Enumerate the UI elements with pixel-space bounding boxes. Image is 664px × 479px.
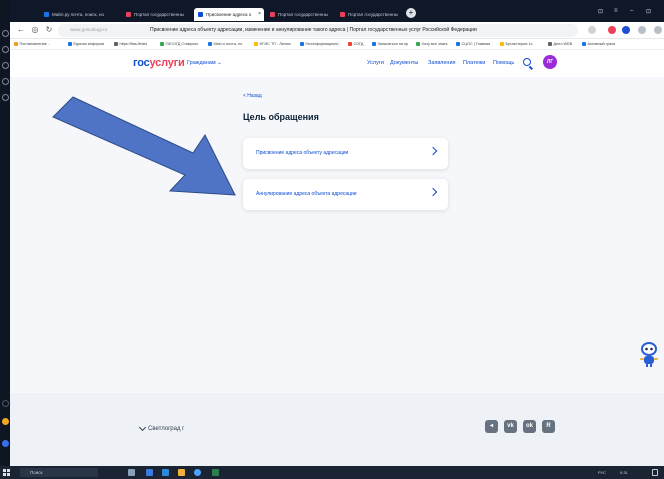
taskbar-search[interactable]: Поиск [20,468,98,477]
downloads-icon[interactable] [2,62,9,69]
bookmark-item[interactable]: Единая информа [68,39,104,50]
browser-app-icon[interactable] [194,469,201,476]
annotation-arrow-icon [52,96,236,196]
screen: Майл.ру почта, поиск, но Портал государс… [0,0,664,479]
bookmark-item[interactable]: СЦОС | Главная [456,39,491,50]
nav-services[interactable]: Услуги [367,60,384,66]
downloads-icon[interactable] [638,26,646,34]
os-taskbar: Поиск РУС 9:31 [0,466,664,479]
url-text: www.gosuslugi.ru [70,28,108,33]
profile-icon[interactable] [622,26,630,34]
nav-applications[interactable]: Заявления [428,60,456,66]
tab-gosuslugi-3[interactable]: Портал государственны [336,8,404,21]
nav-help[interactable]: Помощь [493,60,514,66]
option-assign-address[interactable]: Присвоение адреса объекту адресации [243,138,448,169]
option-annul-address[interactable]: Аннулирование адреса объекта адресации [243,179,448,210]
location-arrow-icon [138,423,147,432]
gosuslugi-logo[interactable]: госуслуги [133,57,185,69]
browser-sidebar [0,0,10,466]
back-icon[interactable]: ← [16,25,26,35]
audience-dropdown[interactable]: Гражданам ⌄ [187,60,222,66]
explorer-icon[interactable] [146,469,153,476]
chevron-right-icon [428,187,438,197]
gosuslugi-favicon-icon [126,12,131,17]
task-view-icon[interactable] [128,469,135,476]
reload-icon[interactable]: ↻ [44,25,54,35]
page-content: госуслуги Гражданам ⌄ Услуги Документы З… [10,50,664,393]
assistant-icon[interactable] [2,418,9,425]
messenger-icon[interactable] [2,440,9,447]
bookmark-item[interactable]: Бухгалтерия 1с [500,39,533,50]
language-indicator[interactable]: РУС [598,466,606,479]
new-tab-button[interactable]: + [406,8,416,18]
site-header: госуслуги Гражданам ⌄ Услуги Документы З… [10,50,664,77]
bookmark-icon[interactable] [588,26,596,34]
robot-assistant-icon[interactable] [638,340,660,368]
tab-bar: Майл.ру почта, поиск, но Портал государс… [10,0,664,22]
bookmark-item[interactable]: Геоинформационн [300,39,339,50]
tab-mail[interactable]: Майл.ру почта, поиск, но [40,8,120,21]
option-label: Аннулирование адреса объекта адресации [256,191,357,197]
tab-address-assignment[interactable]: Присвоение адреса о × [194,8,264,21]
sidebar-toggle-icon[interactable]: ◎ [30,25,40,35]
windows-start-icon[interactable] [3,469,10,476]
bookmark-item[interactable]: https://fias-ftrials [114,39,148,50]
settings-icon[interactable] [654,26,662,34]
history-icon[interactable] [2,30,9,37]
search-icon[interactable] [523,58,531,66]
bookmark-item[interactable]: Записаться на пр [372,39,409,50]
menu-icon[interactable]: ≡ [614,8,618,14]
files-icon[interactable] [178,469,185,476]
tab-gosuslugi-2[interactable]: Портал государственны [266,8,334,21]
bookmark-item[interactable]: ФГИС ТП - Личны [254,39,291,50]
back-link[interactable]: < Назад [243,93,262,99]
notifications-icon[interactable] [652,469,658,476]
add-panel-icon[interactable] [2,400,9,407]
bookmark-item[interactable]: Активный грачи [582,39,616,50]
site-footer: Светлоград г ◂ vk ok R [10,393,664,466]
avatar[interactable]: ЛГ [543,55,557,69]
telegram-icon[interactable]: ◂ [485,420,498,433]
page-heading: Цель обращения [243,112,319,122]
minimize-button[interactable]: – [630,8,633,14]
bookmark-item[interactable]: СОГД [348,39,364,50]
nav-documents[interactable]: Документы [390,60,418,66]
nav-payments[interactable]: Платежи [463,60,485,66]
address-bar[interactable]: www.gosuslugi.ru Присвоение адреса объек… [58,24,578,37]
tab-gosuslugi-1[interactable]: Портал государственны [122,8,192,21]
odnoklassniki-icon[interactable]: ok [523,420,536,433]
clock[interactable]: 9:31 [620,466,628,479]
address-bar-row: ← ◎ ↻ www.gosuslugi.ru Присвоение адреса… [10,22,664,39]
close-tab-icon[interactable]: × [258,8,261,21]
location-selector[interactable]: Светлоград г [138,423,184,432]
vk-icon[interactable]: vk [504,420,517,433]
rutube-icon[interactable]: R [542,420,555,433]
extension-icon[interactable] [608,26,616,34]
extensions-icon[interactable] [2,94,9,101]
bookmark-item[interactable]: Хочу все знать [416,39,448,50]
mail-favicon-icon [44,12,49,17]
page-title-text: Присвоение адреса объекту адресации, изм… [150,27,477,33]
gosuslugi-favicon-icon [340,12,345,17]
excel-icon[interactable] [212,469,219,476]
apps-icon[interactable] [2,78,9,85]
maximize-button[interactable]: ⊡ [646,8,651,15]
collections-icon[interactable] [2,46,9,53]
gosuslugi-favicon-icon [270,12,275,17]
option-label: Присвоение адреса объекту адресации [256,150,349,156]
bookmarks-bar: Постановление .. Единая информа https://… [10,39,664,50]
mail-app-icon[interactable] [162,469,169,476]
bookmark-item[interactable]: Дело WEB [548,39,573,50]
gosuslugi-favicon-icon [198,12,203,17]
chevron-right-icon [428,146,438,156]
tab-actions-icon[interactable]: ⊡ [598,8,603,15]
bookmark-item[interactable]: ГИСОГД Ставропо [160,39,199,50]
bookmark-item[interactable]: Постановление .. [14,39,51,50]
bookmark-item[interactable]: Mail.ru почта, по [208,39,243,50]
